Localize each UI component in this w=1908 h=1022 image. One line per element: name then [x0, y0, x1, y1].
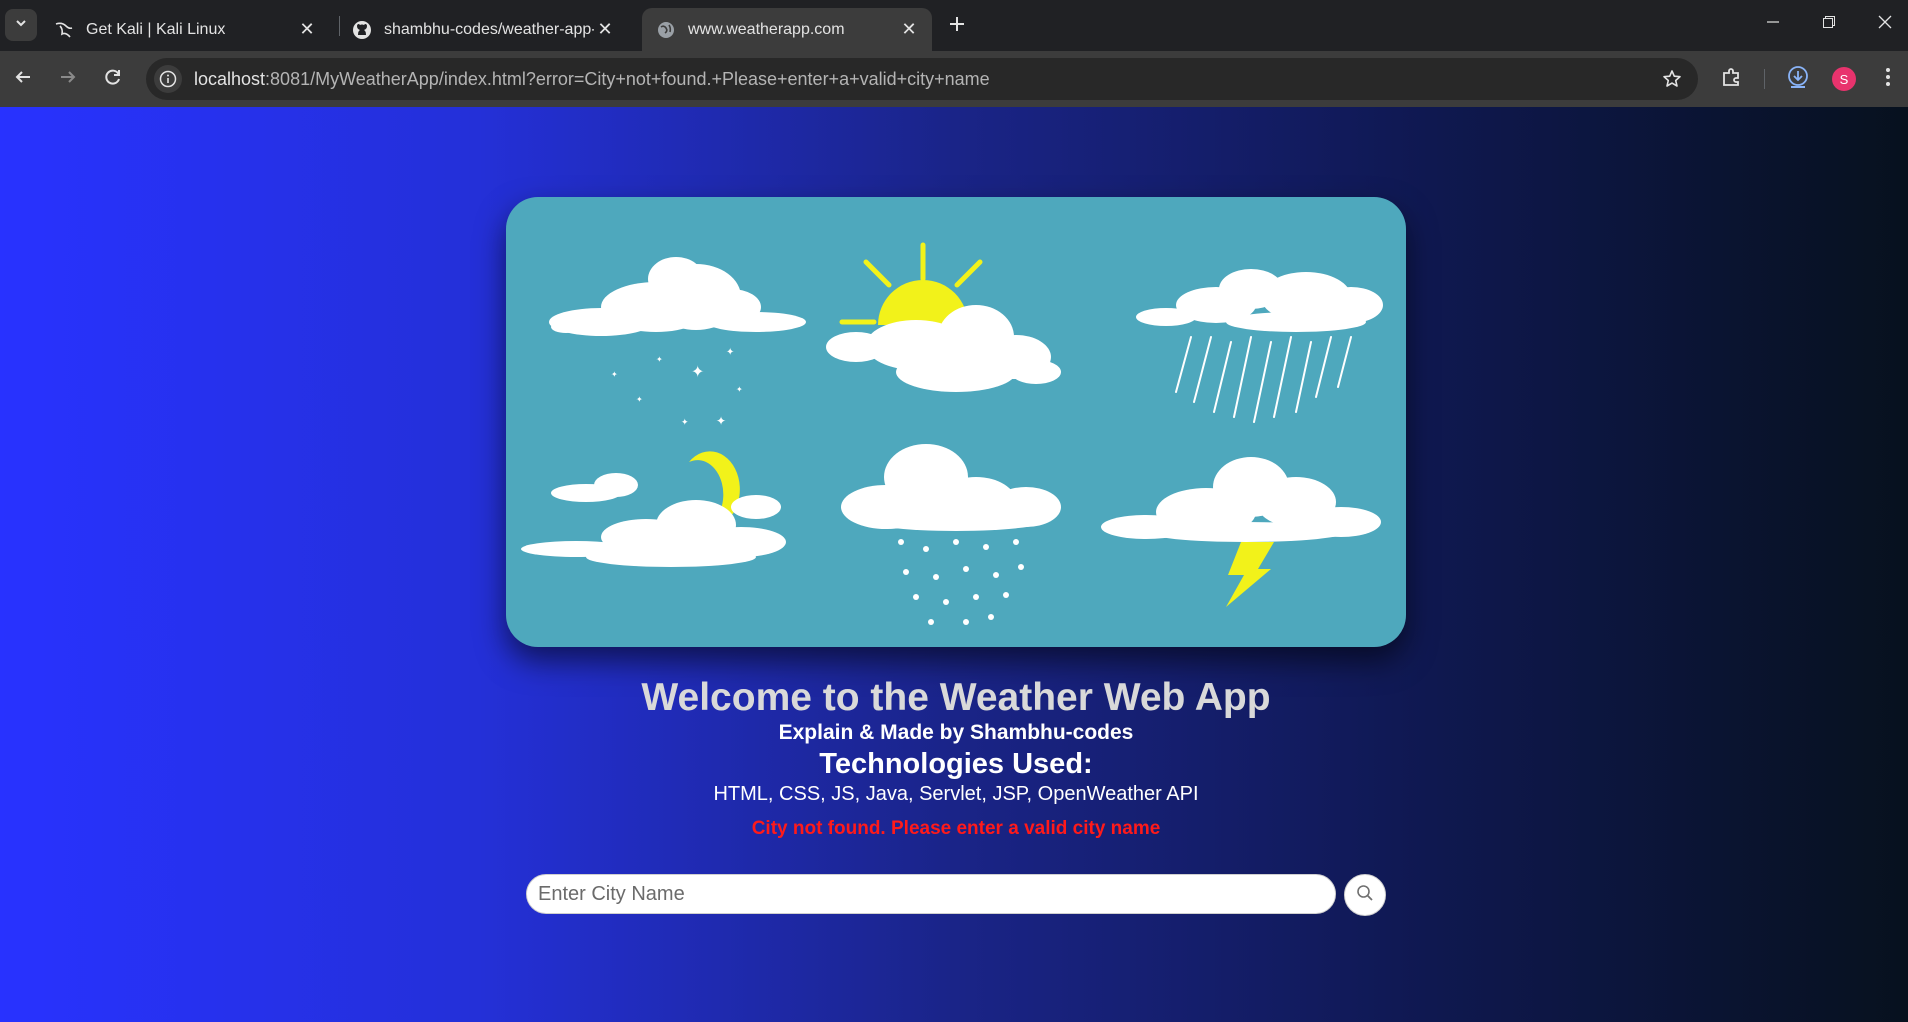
downloads-button[interactable] [1782, 63, 1814, 95]
rain-cloud-icon [1136, 269, 1383, 423]
new-tab-button[interactable] [944, 12, 970, 38]
byline: Explain & Made by Shambhu-codes [778, 721, 1134, 744]
svg-text:✦: ✦ [611, 370, 618, 379]
hail-cloud-icon [841, 444, 1061, 625]
reload-icon [104, 68, 122, 91]
svg-text:✦: ✦ [736, 385, 743, 394]
reload-button[interactable] [97, 63, 129, 95]
svg-text:✦: ✦ [726, 347, 734, 358]
browser-toolbar: localhost:8081/MyWeatherApp/index.html?e… [0, 51, 1908, 107]
arrow-left-icon [14, 68, 32, 91]
kali-dragon-icon [54, 20, 74, 40]
thunder-cloud-icon [1101, 457, 1381, 607]
close-tab-icon[interactable]: ✕ [298, 19, 316, 39]
globe-icon [656, 20, 676, 40]
tab-search-button[interactable] [5, 9, 37, 41]
close-tab-icon[interactable]: ✕ [596, 19, 614, 39]
close-tab-icon[interactable]: ✕ [900, 19, 918, 39]
tab-weatherapp[interactable]: www.weatherapp.com ✕ [642, 8, 932, 51]
svg-text:✦: ✦ [681, 418, 689, 428]
page-title: Welcome to the Weather Web App [641, 676, 1271, 719]
weather-hero-image: ✦ ✦ ✦ ✦ ✦ ✦ ✦ ✦ [506, 197, 1406, 647]
close-icon [1878, 15, 1892, 34]
kebab-menu-icon [1885, 67, 1891, 92]
close-window-button[interactable] [1862, 8, 1908, 40]
chevron-down-icon [14, 16, 28, 35]
tech-list: HTML, CSS, JS, Java, Servlet, JSP, OpenW… [713, 783, 1199, 805]
error-message: City not found. Please enter a valid cit… [751, 818, 1161, 839]
sun-cloud-icon [826, 242, 1061, 392]
intro-text: Welcome to the Weather Web App Explain &… [0, 677, 1908, 841]
svg-text:✦: ✦ [691, 362, 704, 381]
moon-cloud-icon [521, 451, 786, 567]
page-viewport: ✦ ✦ ✦ ✦ ✦ ✦ ✦ ✦ Welcome to the Weather W… [0, 107, 1908, 1022]
minimize-icon [1766, 15, 1780, 34]
cloud-stars-icon: ✦ ✦ ✦ ✦ ✦ ✦ ✦ ✦ [549, 257, 806, 428]
search-button[interactable] [1344, 874, 1386, 916]
search-icon [1356, 884, 1374, 907]
url-text[interactable]: localhost:8081/MyWeatherApp/index.html?e… [194, 69, 990, 90]
tab-kali[interactable]: Get Kali | Kali Linux ✕ [40, 8, 330, 51]
url-path: :8081/MyWeatherApp/index.html?error=City… [265, 68, 990, 89]
restore-icon [1822, 15, 1836, 34]
url-host: localhost [194, 68, 266, 89]
tab-title: shambhu-codes/weather-app-j [384, 20, 594, 38]
bookmark-star-icon[interactable] [1660, 67, 1684, 91]
site-info-icon[interactable] [154, 65, 182, 93]
tab-title: Get Kali | Kali Linux [86, 20, 226, 38]
plus-icon [949, 11, 965, 39]
tab-github[interactable]: shambhu-codes/weather-app-j ✕ [338, 8, 628, 51]
minimize-button[interactable] [1750, 8, 1796, 40]
toolbar-divider [1764, 69, 1765, 89]
address-bar[interactable]: localhost:8081/MyWeatherApp/index.html?e… [146, 58, 1698, 100]
arrow-right-icon [59, 68, 77, 91]
tab-strip: Get Kali | Kali Linux ✕ shambhu-codes/we… [0, 0, 1908, 51]
tab-title: www.weatherapp.com [688, 20, 845, 38]
extensions-button[interactable] [1716, 63, 1748, 95]
profile-avatar[interactable]: S [1832, 67, 1856, 91]
back-button[interactable] [7, 63, 39, 95]
github-icon [352, 20, 372, 40]
forward-button[interactable] [52, 63, 84, 95]
menu-button[interactable] [1872, 63, 1904, 95]
svg-text:✦: ✦ [716, 414, 726, 428]
search-form [526, 874, 1386, 916]
svg-text:✦: ✦ [656, 355, 663, 364]
tech-heading: Technologies Used: [819, 748, 1093, 780]
city-search-input[interactable] [526, 874, 1336, 914]
svg-text:✦: ✦ [636, 395, 643, 404]
restore-button[interactable] [1806, 8, 1852, 40]
puzzle-icon [1721, 66, 1743, 93]
download-icon [1786, 65, 1810, 94]
